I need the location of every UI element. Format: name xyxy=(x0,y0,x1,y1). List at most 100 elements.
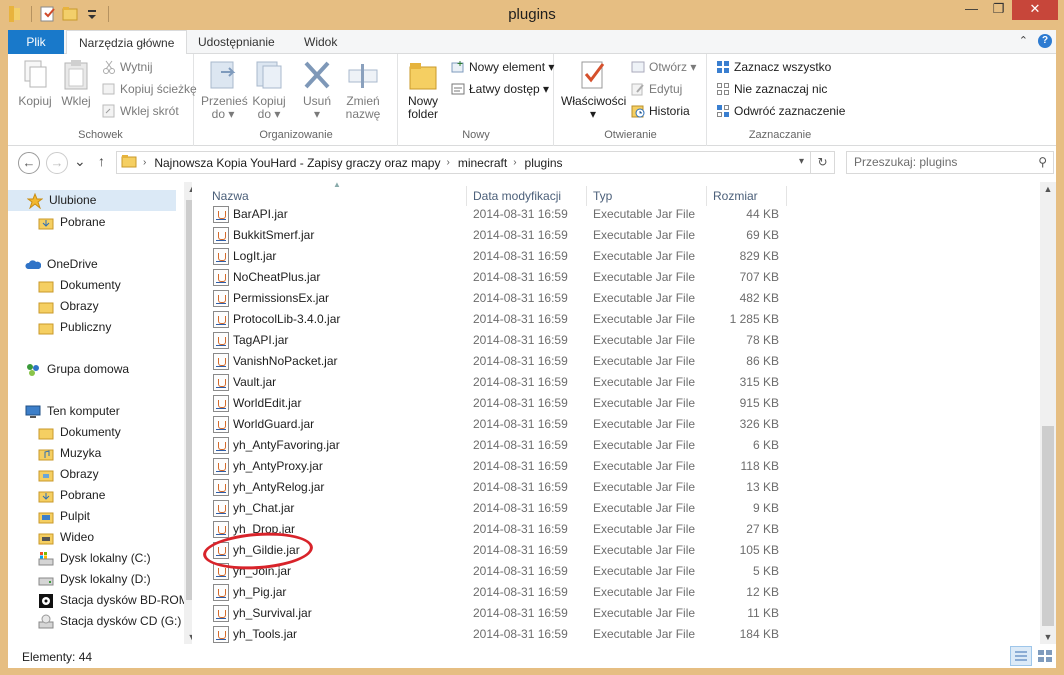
close-icon[interactable]: ✕ xyxy=(1012,0,1058,20)
breadcrumb-minecraft[interactable]: minecraft xyxy=(458,156,507,170)
nav-item-downloads[interactable]: Pobrane xyxy=(8,212,105,233)
scroll-down-icon[interactable]: ▼ xyxy=(184,632,192,642)
tab-home[interactable]: Narzędzia główne xyxy=(66,30,188,55)
address-bar[interactable]: › Najnowsza Kopia YouHard - Zapisy gracz… xyxy=(116,151,835,174)
nav-item-drive-c[interactable]: Dysk lokalny (C:) xyxy=(8,548,151,569)
chevron-right-icon[interactable]: › xyxy=(143,157,146,168)
nav-item-onedrive-public[interactable]: Publiczny xyxy=(8,317,111,338)
breadcrumb-plugins[interactable]: plugins xyxy=(525,156,563,170)
up-arrow-icon[interactable]: ↑ xyxy=(98,153,105,169)
column-divider[interactable] xyxy=(786,186,787,206)
file-row[interactable]: yh_Chat.jar 2014-08-31 16:59 Executable Ja… xyxy=(210,498,790,519)
nav-item-cd-drive[interactable]: Stacja dysków CD (G:) xyxy=(8,611,181,632)
cut-button[interactable]: Wytnij xyxy=(102,58,153,76)
recent-dropdown-icon[interactable]: ⌄ xyxy=(74,153,86,170)
file-row[interactable]: yh_Pig.jar 2014-08-31 16:59 Executable Jar… xyxy=(210,582,790,603)
chevron-down-icon[interactable]: ▾ xyxy=(799,156,804,167)
column-divider[interactable] xyxy=(706,186,707,206)
history-button[interactable]: Historia xyxy=(631,102,690,120)
file-row[interactable]: BarAPI.jar 2014-08-31 16:59 Executable Jar… xyxy=(210,204,790,225)
column-header-name[interactable]: Nazwa xyxy=(212,186,249,206)
help-icon[interactable]: ? xyxy=(1038,34,1052,48)
nav-homegroup[interactable]: Grupa domowa xyxy=(8,359,129,380)
chevron-right-icon[interactable]: › xyxy=(513,157,516,168)
tab-share[interactable]: Udostępnianie xyxy=(186,30,287,54)
copy-to-button[interactable]: Kopiuj do ▾ xyxy=(249,58,289,121)
nav-onedrive[interactable]: OneDrive xyxy=(8,254,98,275)
large-icons-view-icon[interactable] xyxy=(1034,646,1056,666)
copy-button[interactable]: Kopiuj xyxy=(16,58,54,108)
file-row[interactable]: LogIt.jar 2014-08-31 16:59 Executable Jar … xyxy=(210,246,790,267)
nav-item-pc-music[interactable]: Muzyka xyxy=(8,443,101,464)
file-row[interactable]: PermissionsEx.jar 2014-08-31 16:59 Executa… xyxy=(210,288,790,309)
file-row[interactable]: WorldEdit.jar 2014-08-31 16:59 Executable … xyxy=(210,393,790,414)
search-input[interactable]: Przeszukaj: plugins ⚲ xyxy=(846,151,1054,174)
file-row[interactable]: ProtocolLib-3.4.0.jar 2014-08-31 16:59 Exe… xyxy=(210,309,790,330)
select-none-button[interactable]: Nie zaznaczaj nic xyxy=(716,80,827,98)
file-row[interactable]: VanishNoPacket.jar 2014-08-31 16:59 Execut… xyxy=(210,351,790,372)
file-row[interactable]: yh_Tools.jar 2014-08-31 16:59 Executable J… xyxy=(210,624,790,644)
tab-file[interactable]: Plik xyxy=(8,30,64,54)
file-row[interactable]: yh_Survival.jar 2014-08-31 16:59 Executabl… xyxy=(210,603,790,624)
maximize-icon[interactable]: ❐ xyxy=(985,0,1012,20)
paste-button[interactable]: Wklej xyxy=(58,58,94,108)
nav-item-onedrive-documents[interactable]: Dokumenty xyxy=(8,275,121,296)
file-date: 2014-08-31 16:59 xyxy=(473,312,568,326)
scrollbar-thumb[interactable] xyxy=(1042,426,1054,626)
nav-scrollbar[interactable]: ▲ ▼ xyxy=(184,182,192,644)
column-divider[interactable] xyxy=(586,186,587,206)
nav-item-pc-desktop[interactable]: Pulpit xyxy=(8,506,90,527)
file-row[interactable]: BukkitSmerf.jar 2014-08-31 16:59 Executabl… xyxy=(210,225,790,246)
nav-favorites[interactable]: Ulubione xyxy=(8,190,176,211)
scroll-up-icon[interactable]: ▲ xyxy=(1040,184,1056,194)
copy-path-button[interactable]: Kopiuj ścieżkę xyxy=(102,80,197,98)
scroll-down-icon[interactable]: ▼ xyxy=(1040,632,1056,642)
back-arrow-icon[interactable]: ← xyxy=(18,152,40,174)
properties-button[interactable]: Właściwości ▾ xyxy=(561,58,626,121)
details-view-icon[interactable] xyxy=(1010,646,1032,666)
ribbon-collapse-icon[interactable]: ⌃ xyxy=(1019,34,1028,48)
select-all-button[interactable]: Zaznacz wszystko xyxy=(716,58,831,76)
tab-view[interactable]: Widok xyxy=(292,30,349,54)
invert-selection-button[interactable]: Odwróć zaznaczenie xyxy=(716,102,845,120)
nav-item-bd-rom[interactable]: Stacja dysków BD-ROM xyxy=(8,590,189,611)
nav-item-pc-pictures[interactable]: Obrazy xyxy=(8,464,99,485)
new-folder-button[interactable]: Nowy folder xyxy=(403,58,443,121)
rename-button[interactable]: Zmień nazwę xyxy=(341,58,385,121)
chevron-right-icon[interactable]: › xyxy=(446,157,449,168)
file-row[interactable]: WorldGuard.jar 2014-08-31 16:59 Executable… xyxy=(210,414,790,435)
column-header-size[interactable]: Rozmiar xyxy=(713,186,758,206)
file-list-scrollbar[interactable]: ▲ ▼ xyxy=(1040,182,1056,644)
breadcrumb-backup[interactable]: Najnowsza Kopia YouHard - Zapisy graczy … xyxy=(154,156,440,170)
file-row[interactable]: yh_AntyFavoring.jar 2014-08-31 16:59 Execu… xyxy=(210,435,790,456)
file-row[interactable]: NoCheatPlus.jar 2014-08-31 16:59 Executabl… xyxy=(210,267,790,288)
history-icon xyxy=(631,104,645,118)
nav-item-drive-d[interactable]: Dysk lokalny (D:) xyxy=(8,569,151,590)
minimize-icon[interactable]: — xyxy=(958,0,985,20)
nav-item-pc-documents[interactable]: Dokumenty xyxy=(8,422,121,443)
edit-button[interactable]: Edytuj xyxy=(631,80,682,98)
delete-button[interactable]: Usuń ▾ xyxy=(299,58,335,121)
scroll-up-icon[interactable]: ▲ xyxy=(184,184,192,194)
new-item-button[interactable]: Nowy element ▾ xyxy=(451,58,554,76)
search-icon[interactable]: ⚲ xyxy=(1038,152,1047,173)
nav-item-onedrive-pictures[interactable]: Obrazy xyxy=(8,296,99,317)
nav-this-pc[interactable]: Ten komputer xyxy=(8,401,120,422)
easy-access-button[interactable]: Łatwy dostęp ▾ xyxy=(451,80,549,98)
open-button[interactable]: Otwórz ▾ xyxy=(631,58,696,76)
paste-shortcut-button[interactable]: Wklej skrót xyxy=(102,102,179,120)
column-header-date[interactable]: Data modyfikacji xyxy=(473,186,561,206)
file-row[interactable]: yh_AntyProxy.jar 2014-08-31 16:59 Executab… xyxy=(210,456,790,477)
nav-item-pc-videos[interactable]: Wideo xyxy=(8,527,94,548)
file-row[interactable]: Vault.jar 2014-08-31 16:59 Executable Jar … xyxy=(210,372,790,393)
refresh-icon[interactable]: ↻ xyxy=(810,152,834,173)
file-row[interactable]: TagAPI.jar 2014-08-31 16:59 Executable Jar… xyxy=(210,330,790,351)
file-size: 915 KB xyxy=(739,396,779,410)
file-row[interactable]: yh_Join.jar 2014-08-31 16:59 Executable Ja… xyxy=(210,561,790,582)
file-row[interactable]: yh_AntyRelog.jar 2014-08-31 16:59 Executab… xyxy=(210,477,790,498)
move-to-button[interactable]: Przenieś do ▾ xyxy=(201,58,248,121)
column-header-type[interactable]: Typ xyxy=(593,186,612,206)
nav-item-pc-downloads[interactable]: Pobrane xyxy=(8,485,105,506)
column-divider[interactable] xyxy=(466,186,467,206)
forward-arrow-icon[interactable]: → xyxy=(46,152,68,174)
